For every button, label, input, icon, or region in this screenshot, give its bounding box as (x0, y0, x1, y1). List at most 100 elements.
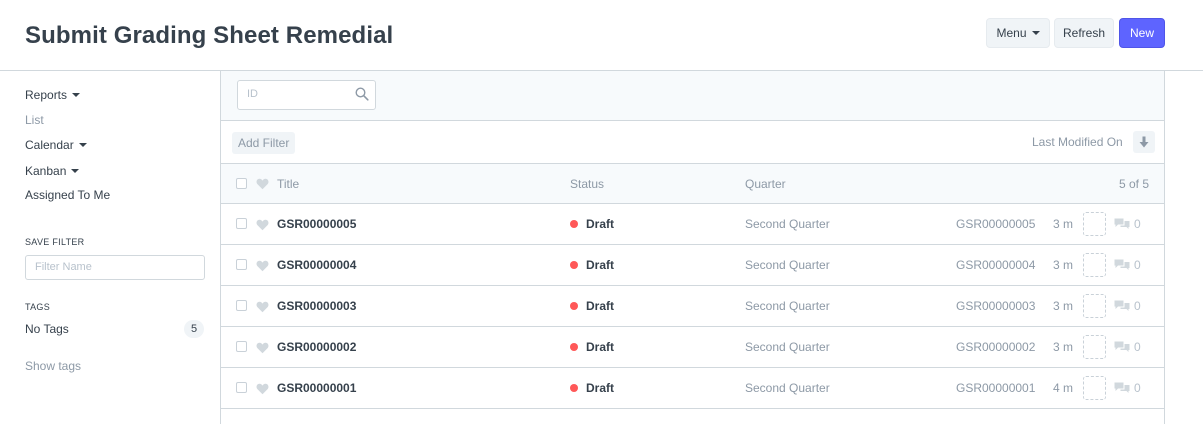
status-badge: Draft (570, 245, 614, 285)
row-checkbox[interactable] (236, 259, 247, 270)
comment-count[interactable]: 0 (1114, 286, 1141, 326)
comment-count-label: 0 (1134, 299, 1141, 313)
row-name: GSR00000004 (956, 258, 1036, 272)
list-view: ID Add Filter Last Modified On Title Sta… (220, 71, 1165, 424)
row-title[interactable]: GSR00000002 (277, 327, 356, 367)
sidebar-item-label: Kanban (25, 164, 67, 178)
status-badge: Draft (570, 368, 614, 408)
sidebar-item-kanban[interactable]: Kanban (25, 164, 80, 178)
add-filter-button[interactable]: Add Filter (232, 132, 296, 154)
status-dot-icon (570, 384, 578, 392)
sidebar-item-label: Reports (25, 88, 68, 102)
caret-down-icon (78, 143, 87, 147)
sidebar-item-label: Assigned To Me (25, 188, 111, 202)
heart-icon[interactable] (256, 301, 269, 313)
comment-count[interactable]: 0 (1114, 204, 1141, 244)
row-name: GSR00000005 (956, 217, 1036, 231)
status-label: Draft (586, 381, 615, 395)
list-item[interactable]: GSR00000004 Draft Second Quarter GSR0000… (221, 245, 1164, 286)
column-header-quarter: Quarter (745, 176, 786, 191)
sidebar-item-list[interactable]: List (25, 113, 44, 127)
column-header-title: Title (277, 176, 300, 191)
status-dot-icon (570, 220, 578, 228)
sort-by-selector[interactable]: Last Modified On (1032, 135, 1123, 149)
no-tags-label: No Tags (25, 322, 69, 336)
row-modified: 4 m (1053, 381, 1074, 395)
heart-icon[interactable] (256, 260, 269, 272)
comment-count-label: 0 (1134, 258, 1141, 272)
sidebar-item-calendar[interactable]: Calendar (25, 138, 87, 152)
filter-bar: Add Filter Last Modified On (221, 121, 1164, 164)
comment-count[interactable]: 0 (1114, 245, 1141, 285)
list-count: 5 of 5 (1119, 176, 1150, 191)
row-checkbox[interactable] (236, 341, 247, 352)
sort-order-button[interactable] (1133, 131, 1155, 153)
heart-icon[interactable] (256, 383, 269, 395)
status-badge: Draft (570, 327, 614, 367)
no-tags-item[interactable]: No Tags (25, 322, 69, 336)
status-dot-icon (570, 343, 578, 351)
row-checkbox[interactable] (236, 218, 247, 229)
comment-icon (1114, 341, 1130, 352)
row-title[interactable]: GSR00000005 (277, 204, 356, 244)
tags-heading: TAGS (25, 302, 51, 312)
list-item[interactable]: GSR00000001 Draft Second Quarter GSR0000… (221, 368, 1164, 409)
sidebar-item-reports[interactable]: Reports (25, 88, 81, 102)
sidebar-item-assigned-to-me[interactable]: Assigned To Me (25, 188, 110, 202)
assigned-avatar-placeholder (1083, 253, 1106, 277)
column-header-status: Status (570, 176, 605, 191)
status-badge: Draft (570, 204, 614, 244)
assigned-avatar-placeholder (1083, 212, 1106, 236)
status-label: Draft (586, 258, 615, 272)
list-item[interactable]: GSR00000003 Draft Second Quarter GSR0000… (221, 286, 1164, 327)
status-label: Draft (586, 340, 615, 354)
row-name: GSR00000003 (956, 299, 1036, 313)
caret-down-icon (71, 169, 80, 173)
heart-icon[interactable] (256, 219, 269, 231)
assigned-avatar-placeholder (1083, 376, 1106, 400)
row-quarter: Second Quarter (745, 299, 830, 313)
menu-button[interactable]: Menu (986, 18, 1050, 48)
arrow-down-icon (1139, 136, 1149, 148)
comment-count[interactable]: 0 (1114, 368, 1141, 408)
select-all-checkbox[interactable] (236, 178, 247, 189)
list-item[interactable]: GSR00000005 Draft Second Quarter GSR0000… (221, 204, 1164, 245)
row-title[interactable]: GSR00000004 (277, 245, 356, 285)
row-quarter: Second Quarter (745, 381, 830, 395)
row-modified: 3 m (1053, 299, 1074, 313)
show-tags-link[interactable]: Show tags (25, 359, 81, 373)
comment-count-label: 0 (1134, 217, 1141, 231)
row-checkbox[interactable] (236, 300, 247, 311)
assigned-avatar-placeholder (1083, 335, 1106, 359)
refresh-button[interactable]: Refresh (1054, 18, 1114, 48)
row-name: GSR00000001 (956, 381, 1036, 395)
comment-count-label: 0 (1134, 381, 1141, 395)
new-button[interactable]: New (1119, 18, 1165, 48)
heart-icon[interactable] (256, 178, 269, 190)
row-name: GSR00000002 (956, 340, 1036, 354)
status-label: Draft (586, 217, 615, 231)
row-checkbox[interactable] (236, 382, 247, 393)
save-filter-heading: SAVE FILTER (25, 237, 85, 247)
row-modified: 3 m (1053, 258, 1074, 272)
show-tags-label: Show tags (25, 359, 82, 373)
row-title[interactable]: GSR00000001 (277, 368, 356, 408)
row-quarter: Second Quarter (745, 258, 830, 272)
list-item[interactable]: GSR00000002 Draft Second Quarter GSR0000… (221, 327, 1164, 368)
row-modified: 3 m (1053, 217, 1074, 231)
comment-count[interactable]: 0 (1114, 327, 1141, 367)
sidebar-item-label: List (25, 113, 44, 127)
assigned-avatar-placeholder (1083, 294, 1106, 318)
list-header: Title Status Quarter 5 of 5 (221, 164, 1164, 204)
heart-icon[interactable] (256, 342, 269, 354)
row-quarter: Second Quarter (745, 217, 830, 231)
caret-down-icon (1031, 31, 1040, 35)
filter-name-input[interactable]: Filter Name (25, 255, 205, 280)
row-quarter: Second Quarter (745, 340, 830, 354)
page-title: Submit Grading Sheet Remedial (25, 22, 394, 49)
row-title[interactable]: GSR00000003 (277, 286, 356, 326)
status-dot-icon (570, 261, 578, 269)
row-modified: 3 m (1053, 340, 1074, 354)
page-header: Submit Grading Sheet Remedial Menu Refre… (0, 0, 1203, 71)
menu-button-label: Menu (996, 26, 1027, 40)
